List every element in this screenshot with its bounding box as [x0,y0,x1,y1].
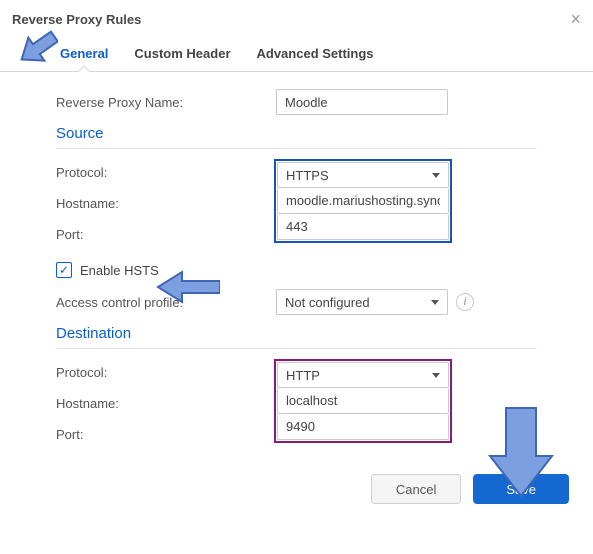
chevron-down-icon [432,373,440,378]
chevron-down-icon [432,173,440,178]
source-protocol-select[interactable]: HTTPS [277,162,449,188]
tab-advanced-settings[interactable]: Advanced Settings [257,36,374,71]
tab-custom-header[interactable]: Custom Header [134,36,230,71]
destination-section-title: Destination [56,325,537,342]
source-divider [56,148,537,149]
info-icon[interactable]: i [456,293,474,311]
reverse-proxy-name-input[interactable] [276,89,448,115]
source-hostname-label: Hostname: [56,196,276,211]
reverse-proxy-name-label: Reverse Proxy Name: [56,95,276,110]
save-button[interactable]: Save [473,474,569,504]
source-group-highlight: HTTPS [274,159,452,243]
enable-hsts-label: Enable HSTS [80,263,159,278]
chevron-down-icon [431,300,439,305]
source-protocol-label: Protocol: [56,165,276,180]
destination-protocol-select[interactable]: HTTP [277,362,449,388]
destination-port-input[interactable] [277,414,449,440]
source-protocol-value: HTTPS [286,168,329,183]
cancel-button[interactable]: Cancel [371,474,461,504]
access-control-profile-value: Not configured [285,295,370,310]
destination-port-label: Port: [56,427,276,442]
dialog-title: Reverse Proxy Rules [12,12,141,27]
destination-hostname-input[interactable] [277,388,449,414]
source-port-label: Port: [56,227,276,242]
tab-general[interactable]: General [60,36,108,71]
destination-divider [56,348,537,349]
destination-protocol-value: HTTP [286,368,320,383]
close-icon[interactable]: × [570,10,581,28]
enable-hsts-checkbox[interactable]: ✓ [56,262,72,278]
destination-protocol-label: Protocol: [56,365,276,380]
source-hostname-input[interactable] [277,188,449,214]
destination-group-highlight: HTTP [274,359,452,443]
destination-hostname-label: Hostname: [56,396,276,411]
source-port-input[interactable] [277,214,449,240]
tab-bar: General Custom Header Advanced Settings [0,36,593,72]
access-control-profile-label: Access control profile: [56,295,276,310]
source-section-title: Source [56,125,537,142]
access-control-profile-select[interactable]: Not configured [276,289,448,315]
